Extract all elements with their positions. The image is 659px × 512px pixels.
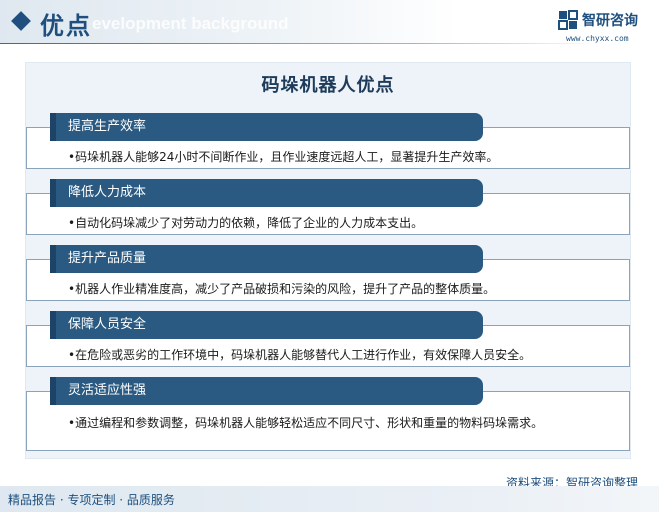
item-text: •机器人作业精准度高，减少了产品破损和污染的风险，提升了产品的整体质量。 bbox=[68, 282, 496, 296]
logo-url: www.chyxx.com bbox=[566, 34, 629, 43]
footer-bar: 精品报告 · 专项定制 · 品质服务 bbox=[0, 486, 659, 512]
header-watermark-text: evelopment background bbox=[92, 14, 289, 33]
item-heading: 降低人力成本 bbox=[50, 179, 483, 207]
item-text: •自动化码垛减少了对劳动力的依赖，降低了企业的人力成本支出。 bbox=[68, 216, 424, 230]
brand-logo: 智研咨询 www.chyxx.com bbox=[558, 8, 654, 46]
page-title: 优点 bbox=[40, 12, 92, 40]
item-text: •码垛机器人能够24小时不间断作业，且作业速度远超人工，显著提升生产效率。 bbox=[68, 150, 499, 164]
item-text: •通过编程和参数调整，码垛机器人能够轻松适应不同尺寸、形状和重量的物料码垛需求。 bbox=[68, 416, 544, 430]
footer-text: 精品报告 · 专项定制 · 品质服务 bbox=[8, 493, 175, 507]
item-heading: 提高生产效率 bbox=[50, 113, 483, 141]
header-divider bbox=[0, 43, 600, 44]
item-heading: 灵活适应性强 bbox=[50, 377, 483, 405]
logo-name: 智研咨询 bbox=[582, 13, 638, 29]
panel-title: 码垛机器人优点 bbox=[261, 75, 395, 96]
item-text: •在危险或恶劣的工作环境中，码垛机器人能够替代人工进行作业，有效保障人员安全。 bbox=[68, 348, 532, 362]
item-heading: 提升产品质量 bbox=[50, 245, 483, 273]
item-heading: 保障人员安全 bbox=[50, 311, 483, 339]
logo-icon bbox=[558, 10, 578, 30]
